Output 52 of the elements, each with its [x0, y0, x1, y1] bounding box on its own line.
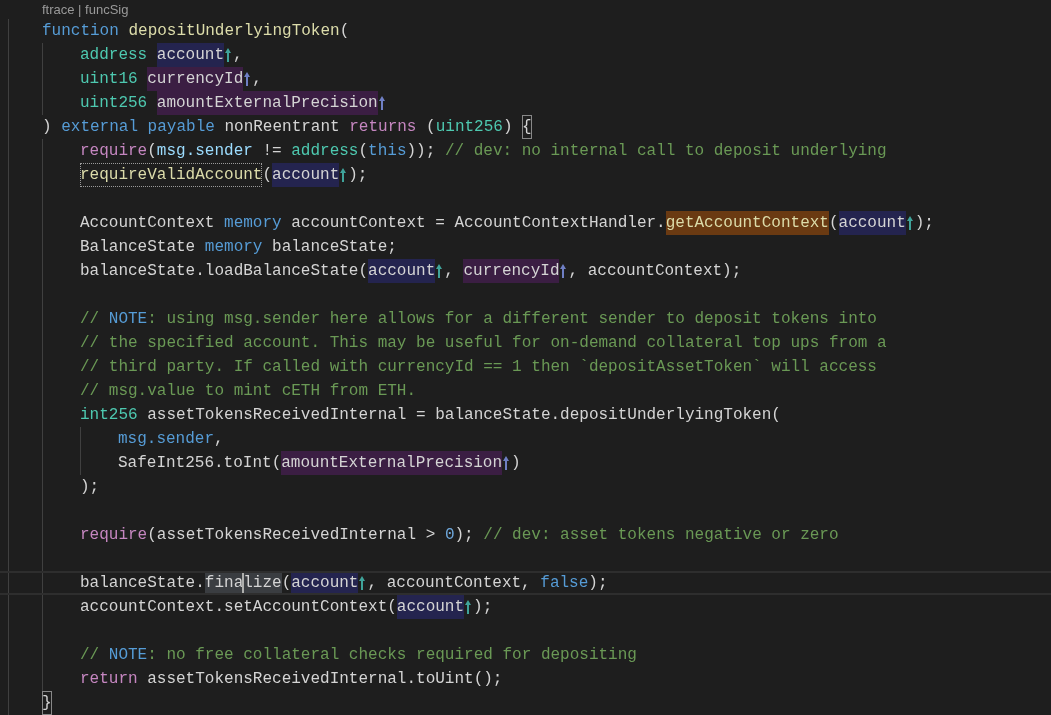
- word-highlight: lize: [243, 571, 282, 595]
- code-text: accountContext.setAccountContext(: [80, 597, 397, 618]
- identifier-highlight: amountExternalPrecision: [281, 451, 503, 475]
- code-text: (: [262, 165, 273, 186]
- identifier-highlight: account: [156, 43, 225, 67]
- code-text: uint16: [80, 69, 139, 90]
- code-text: address: [80, 45, 149, 66]
- code-line: // NOTE: using msg.sender here allows for a different sender to deposit tokens into: [80, 309, 877, 330]
- code-text: uint256: [80, 93, 149, 114]
- code-line: int256 assetTokensReceivedInternal = balanceState.depositUnderlyingToken(: [80, 405, 781, 426]
- matched-bracket: }: [42, 691, 52, 715]
- identifier-highlight: currencyId: [463, 259, 560, 283]
- code-text: balanceState.loadBalanceState(: [80, 261, 369, 282]
- code-line: BalanceState memory balanceState;: [80, 237, 397, 258]
- code-line: msg.sender,: [118, 429, 224, 450]
- code-line: // NOTE: no free collateral checks required for depositing: [80, 645, 637, 666]
- code-line: return assetTokensReceivedInternal.toUint();: [80, 669, 503, 690]
- code-text: AccountContext memory accountContext = AccountContextHandler.: [80, 213, 666, 234]
- code-text: , accountContext);: [568, 261, 742, 282]
- identifier-highlight: account: [838, 211, 906, 235]
- code-line: require(assetTokensReceivedInternal > 0); // dev: asset tokens negative or zero: [80, 525, 839, 546]
- code-text: balanceState.: [80, 573, 205, 594]
- definition-highlight: getAccountContext: [665, 211, 829, 235]
- identifier-highlight: account: [291, 571, 359, 595]
- code-text: );: [914, 213, 934, 234]
- identifier-highlight: account: [272, 163, 340, 187]
- code-line: require(msg.sender != address(this)); // dev: no internal call to deposit underlying: [80, 141, 887, 162]
- code-line: // the specified account. This may be useful for on-demand collateral top ups from a: [80, 333, 887, 354]
- code-line: // third party. If called with currencyId == 1 then `depositAssetToken` will access: [80, 357, 877, 378]
- identifier-highlight: amountExternalPrecision: [156, 91, 378, 115]
- code-text: ): [511, 453, 521, 474]
- code-text: , accountContext, false);: [367, 573, 608, 594]
- code-text: ,: [233, 45, 243, 66]
- identifier-highlight: currencyId: [147, 67, 244, 91]
- focused-identifier: requireValidAccount: [80, 163, 263, 187]
- text-cursor: [242, 573, 245, 593]
- code-text: (: [281, 573, 292, 594]
- identifier-highlight: account: [396, 595, 465, 619]
- code-text: ) external payable nonReentrant returns (uint256): [42, 117, 514, 138]
- code-line: // msg.value to mint cETH from ETH.: [80, 381, 417, 402]
- code-text: SafeInt256.toInt(: [118, 453, 282, 474]
- codelens-links[interactable]: ftrace | funcSig: [42, 1, 129, 19]
- code-text: );: [348, 165, 368, 186]
- code-text: ,: [252, 69, 262, 90]
- code-text: );: [473, 597, 493, 618]
- code-line: function depositUnderlyingToken(: [42, 21, 350, 42]
- word-highlight: fina: [204, 571, 244, 595]
- code-text: (: [828, 213, 839, 234]
- code-line: );: [80, 477, 100, 498]
- identifier-highlight: account: [368, 259, 436, 283]
- matched-bracket: {: [522, 115, 532, 139]
- code-text: ,: [444, 261, 455, 282]
